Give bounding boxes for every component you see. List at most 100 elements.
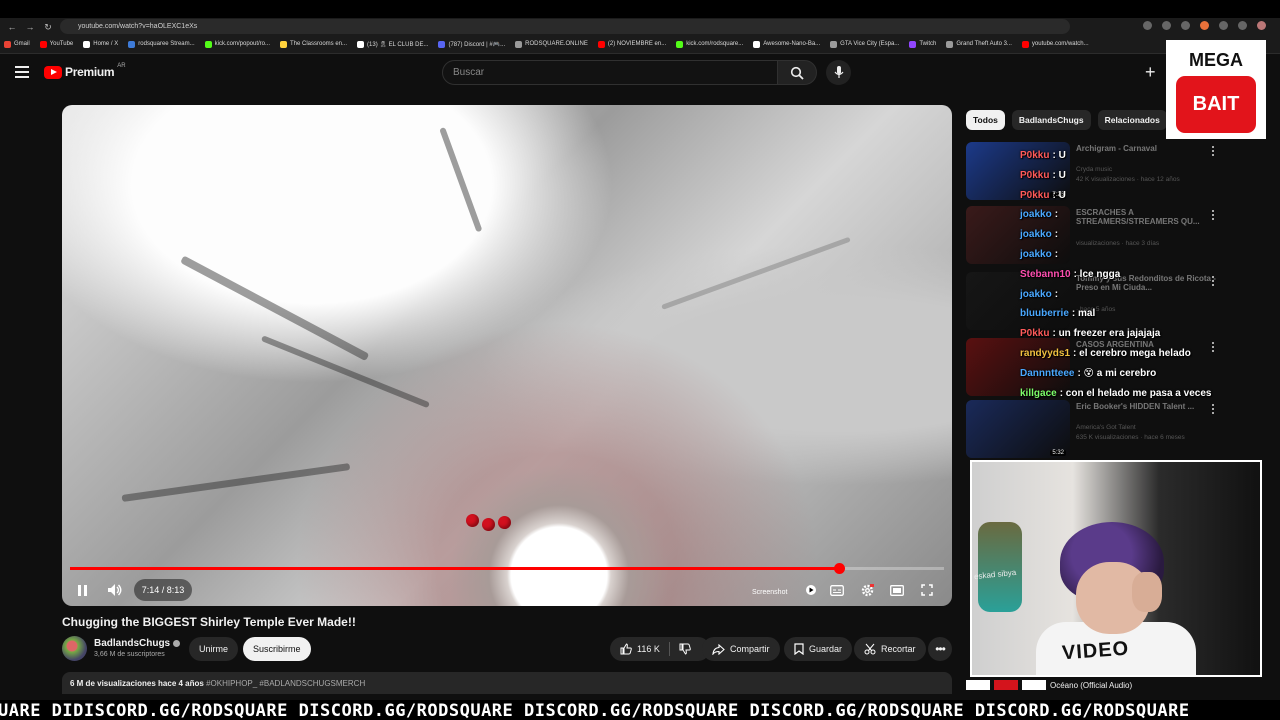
- more-vertical-icon[interactable]: [1212, 146, 1214, 156]
- chat-message: Stebann10: lce ngga: [1020, 269, 1120, 280]
- channel-avatar[interactable]: [62, 636, 87, 661]
- recommendation-title[interactable]: ESCRACHES A STREAMERS/STREAMERS QU...: [1076, 208, 1216, 226]
- recommendation-channel[interactable]: Cryda music: [1076, 166, 1112, 173]
- recommendation-item[interactable]: 5:32 Eric Booker's HIDDEN Talent ... Ameri…: [966, 400, 1266, 458]
- filter-chip[interactable]: BadlandsChugs: [1011, 110, 1091, 130]
- bookmark-item[interactable]: rodsquaree Stream...: [128, 40, 195, 48]
- chat-username: joakko: [1020, 209, 1052, 221]
- save-button[interactable]: Guardar: [784, 637, 853, 661]
- recommendation-item[interactable]: 7:26 Archigram - Carnaval Cryda music 42 K …: [966, 142, 1266, 204]
- extension-icon[interactable]: [1162, 21, 1171, 30]
- microphone-icon: [834, 66, 843, 78]
- bookmark-label: kick.com/rodsquare...: [686, 41, 744, 47]
- back-icon[interactable]: ←: [6, 21, 18, 33]
- progress-bar[interactable]: [70, 563, 944, 574]
- extension-icon[interactable]: [1200, 21, 1209, 30]
- bookmark-item[interactable]: RODSQUARE.ONLINE: [515, 40, 588, 48]
- bookmark-item[interactable]: Awesome-Nano-Ba...: [753, 40, 820, 48]
- gear-icon: [861, 583, 874, 596]
- bookmark-item[interactable]: kick.com/rodsquare...: [676, 40, 744, 48]
- chat-username: P0kku: [1020, 150, 1050, 161]
- search-input[interactable]: Buscar: [442, 60, 778, 85]
- thumbs-down-icon[interactable]: [679, 643, 691, 655]
- bookmark-label: Twitch: [919, 41, 937, 47]
- filter-chip[interactable]: Relacionados: [1097, 110, 1167, 130]
- recommendation-title[interactable]: Archigram - Carnaval: [1076, 144, 1216, 153]
- extension-icon[interactable]: [1181, 21, 1190, 30]
- filter-chip[interactable]: Todos: [966, 110, 1005, 130]
- thumbs-up-icon[interactable]: [620, 643, 632, 655]
- video-player[interactable]: 7:14 / 8:13 Screenshot: [62, 105, 952, 606]
- search-button[interactable]: [777, 60, 817, 85]
- subtitles-button[interactable]: [828, 579, 846, 601]
- bookmark-item[interactable]: kick.com/popout/ro...: [204, 40, 270, 48]
- more-actions-button[interactable]: •••: [928, 637, 952, 661]
- chat-message: joakko:: [1020, 249, 1058, 260]
- bookmark-label: Grand Theft Auto 3...: [956, 41, 1012, 47]
- fullscreen-button[interactable]: [918, 579, 936, 601]
- join-button[interactable]: Unirme: [189, 637, 239, 661]
- subscribe-button[interactable]: Suscribirme: [243, 637, 311, 661]
- youtube-premium-logo[interactable]: Premium AR: [44, 63, 126, 79]
- bookmark-item[interactable]: youtube.com/watch...: [1021, 40, 1089, 48]
- chat-text: : el cerebro mega helado: [1073, 348, 1191, 359]
- description-hashtags[interactable]: #OKHIPHOP_ #BADLANDSCHUGSMERCH: [206, 679, 365, 688]
- bookmark-item[interactable]: YouTube: [39, 40, 73, 48]
- more-vertical-icon[interactable]: [1212, 276, 1214, 286]
- reload-icon[interactable]: ↻: [42, 21, 54, 33]
- more-vertical-icon[interactable]: [1212, 342, 1214, 352]
- settings-button[interactable]: [858, 579, 876, 601]
- bookmark-label: Home / X: [93, 41, 119, 47]
- scissors-icon: [864, 643, 876, 655]
- recommendation-item[interactable]: ESCRACHES A STREAMERS/STREAMERS QU... vis…: [966, 206, 1266, 268]
- recommendation-thumbnail[interactable]: [966, 272, 1070, 330]
- progress-scrubber-handle[interactable]: [834, 563, 846, 574]
- extension-icon[interactable]: [1219, 21, 1228, 30]
- chat-message: P0kku: U: [1020, 150, 1066, 161]
- recommendation-channel[interactable]: America's Got Talent: [1076, 424, 1136, 431]
- theater-mode-button[interactable]: [888, 579, 906, 601]
- pause-button[interactable]: [74, 579, 90, 601]
- now-playing-art: [1022, 680, 1046, 690]
- bookmark-item[interactable]: Home / X: [83, 40, 119, 48]
- address-bar[interactable]: youtube.com/watch?v=haOLEXC1eXs: [60, 19, 1070, 34]
- volume-button[interactable]: [104, 579, 126, 601]
- extension-icon[interactable]: [1143, 21, 1152, 30]
- download-icon[interactable]: [1238, 21, 1247, 30]
- bookmark-item[interactable]: Twitch: [909, 40, 937, 48]
- more-vertical-icon[interactable]: [1212, 210, 1214, 220]
- save-label: Guardar: [809, 644, 843, 654]
- bookmark-item[interactable]: (2) NOVIEMBRE en...: [597, 40, 666, 48]
- profile-avatar[interactable]: [1257, 21, 1266, 30]
- recommendation-item[interactable]: Tommy y sus Redonditos de Ricota - Preso…: [966, 272, 1266, 334]
- bookmark-item[interactable]: Gmail: [4, 40, 30, 48]
- verified-badge-icon: [173, 639, 181, 647]
- mega-bait-box: BAIT: [1176, 76, 1256, 133]
- bookmark-item[interactable]: (13) 🎗 EL CLUB DE...: [357, 40, 428, 48]
- mega-bait-top-text: MEGA: [1189, 50, 1243, 70]
- autoplay-toggle[interactable]: [802, 579, 820, 601]
- bookmark-item[interactable]: (787) Discord | #🎮...: [438, 40, 505, 48]
- channel-name-wrap[interactable]: BadlandsChugs: [94, 638, 181, 649]
- clip-button[interactable]: Recortar: [854, 637, 926, 661]
- more-vertical-icon[interactable]: [1212, 404, 1214, 414]
- voice-search-button[interactable]: [826, 60, 851, 85]
- volume-icon: [108, 584, 122, 596]
- description-box[interactable]: 6 M de visualizaciones hace 4 años #OKHI…: [62, 672, 952, 694]
- bookmark-favicon-icon: [597, 40, 605, 48]
- create-plus-icon[interactable]: +: [1145, 63, 1156, 81]
- bookmark-item[interactable]: The Classrooms en...: [280, 40, 347, 48]
- like-count[interactable]: 116 K: [637, 644, 660, 654]
- hamburger-menu-icon[interactable]: [15, 66, 29, 78]
- forward-icon[interactable]: →: [24, 21, 36, 33]
- channel-name[interactable]: BadlandsChugs: [94, 638, 170, 649]
- recommendation-title[interactable]: Eric Booker's HIDDEN Talent ...: [1076, 402, 1216, 411]
- bookmark-item[interactable]: Grand Theft Auto 3...: [946, 40, 1012, 48]
- bookmark-item[interactable]: GTA Vice City (Espa...: [830, 40, 899, 48]
- bookmark-label: RODSQUARE.ONLINE: [525, 41, 588, 47]
- chat-text: : lce ngga: [1073, 268, 1121, 280]
- share-button[interactable]: Compartir: [702, 637, 780, 661]
- video-frame-detail: [661, 236, 851, 310]
- chat-text: :: [1054, 249, 1059, 260]
- chat-message: joakko:: [1020, 289, 1058, 300]
